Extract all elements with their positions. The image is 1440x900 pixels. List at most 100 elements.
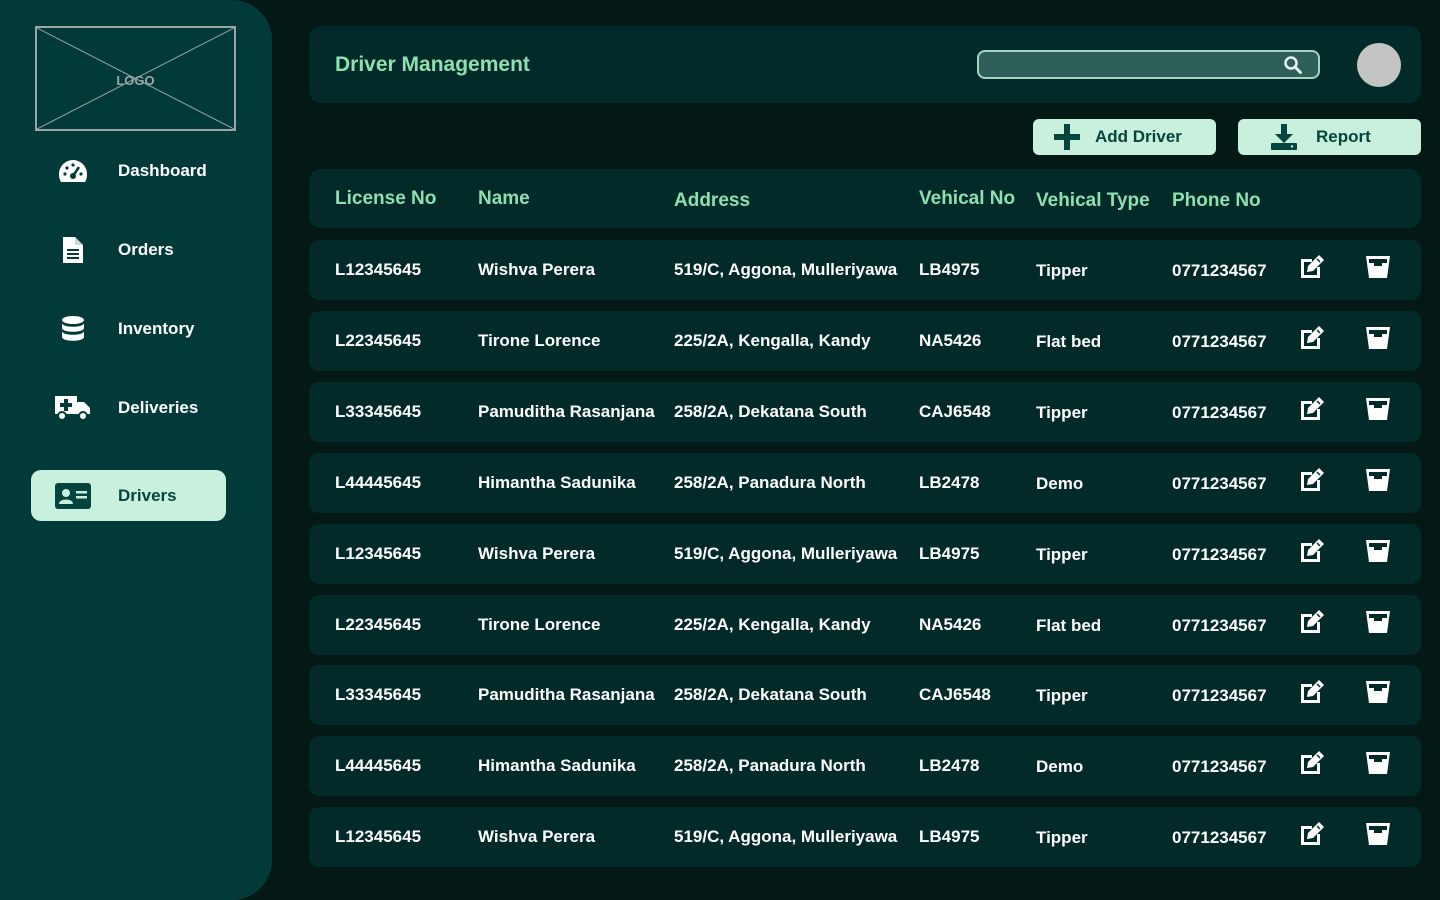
avatar[interactable]	[1357, 43, 1401, 87]
column-header-vehicle-no: Vehical No	[919, 188, 1016, 209]
name-cell: Wishva Perera	[478, 544, 596, 563]
sidebar-item-label: Dashboard	[118, 160, 207, 180]
trash-icon[interactable]	[1366, 821, 1390, 850]
table-row: L22345645 Tirone Lorence 225/2A, Kengalla,…	[309, 595, 1421, 655]
table-row: L44445645 Himantha Sadunika 258/2A, Panadu…	[309, 453, 1421, 513]
address-cell: 519/C, Aggona, Mulleriyawa	[674, 260, 898, 279]
sidebar-item-deliveries[interactable]: Deliveries	[31, 382, 226, 433]
report-label: Report	[1316, 127, 1371, 146]
license-cell: L44445645	[335, 473, 422, 492]
sidebar: LOGO Dashboard Orders Inventory Deliveri…	[0, 0, 272, 900]
app: LOGO Dashboard Orders Inventory Deliveri…	[0, 0, 1440, 900]
logo-text: LOGO	[116, 73, 155, 88]
license-cell: L33345645	[335, 402, 422, 421]
sidebar-item-orders[interactable]: Orders	[31, 224, 226, 275]
search-input[interactable]	[979, 52, 1269, 77]
edit-icon[interactable]	[1299, 396, 1325, 425]
sidebar-item-label: Inventory	[118, 318, 195, 338]
name-cell: Wishva Perera	[478, 827, 596, 846]
address-cell: 519/C, Aggona, Mulleriyawa	[674, 827, 898, 846]
trash-icon[interactable]	[1366, 396, 1390, 425]
name-cell: Tirone Lorence	[478, 331, 601, 350]
address-cell: 225/2A, Kengalla, Kandy	[674, 331, 871, 350]
address-cell: 258/2A, Panadura North	[674, 756, 866, 775]
vehicle-no-cell: LB4975	[919, 827, 980, 846]
vehicle-type-cell: Tipper	[1036, 545, 1088, 564]
vehicle-type-cell: Tipper	[1036, 828, 1088, 847]
edit-icon[interactable]	[1299, 538, 1325, 567]
phone-cell: 0771234567	[1172, 616, 1267, 635]
page-title: Driver Management	[335, 53, 530, 76]
sidebar-item-label: Drivers	[118, 485, 177, 505]
phone-cell: 0771234567	[1172, 403, 1267, 422]
edit-icon[interactable]	[1299, 821, 1325, 850]
phone-cell: 0771234567	[1172, 757, 1267, 776]
add-driver-button[interactable]: Add Driver	[1033, 119, 1216, 155]
document-icon	[53, 236, 93, 263]
edit-icon[interactable]	[1299, 750, 1325, 779]
edit-icon[interactable]	[1299, 254, 1325, 283]
add-driver-label: Add Driver	[1095, 127, 1182, 146]
address-cell: 519/C, Aggona, Mulleriyawa	[674, 544, 898, 563]
trash-icon[interactable]	[1366, 325, 1390, 354]
vehicle-no-cell: CAJ6548	[919, 685, 991, 704]
column-header-license: License No	[335, 188, 437, 209]
download-icon	[1270, 124, 1298, 150]
vehicle-no-cell: LB4975	[919, 544, 980, 563]
table-header: License No Name Address Vehical No Vehic…	[309, 169, 1421, 228]
search-box[interactable]	[977, 50, 1320, 79]
name-cell: Wishva Perera	[478, 260, 596, 279]
sidebar-item-label: Deliveries	[118, 397, 199, 417]
table-row: L12345645 Wishva Perera 519/C, Aggona, Mul…	[309, 807, 1421, 867]
license-cell: L12345645	[335, 544, 422, 563]
sidebar-item-dashboard[interactable]: Dashboard	[31, 145, 226, 196]
trash-icon[interactable]	[1366, 254, 1390, 283]
gauge-icon	[53, 158, 93, 184]
sidebar-item-drivers[interactable]: Drivers	[31, 470, 226, 521]
vehicle-type-cell: Tipper	[1036, 403, 1088, 422]
trash-icon[interactable]	[1366, 609, 1390, 638]
vehicle-no-cell: LB2478	[919, 756, 980, 775]
vehicle-no-cell: CAJ6548	[919, 402, 991, 421]
column-header-phone: Phone No	[1172, 190, 1261, 211]
table-row: L12345645 Wishva Perera 519/C, Aggona, Mul…	[309, 524, 1421, 584]
sidebar-item-inventory[interactable]: Inventory	[31, 303, 226, 354]
table-row: L33345645 Pamuditha Rasanjana 258/2A, Deka…	[309, 665, 1421, 725]
edit-icon[interactable]	[1299, 325, 1325, 354]
address-cell: 225/2A, Kengalla, Kandy	[674, 615, 871, 634]
vehicle-type-cell: Demo	[1036, 757, 1084, 776]
edit-icon[interactable]	[1299, 609, 1325, 638]
name-cell: Pamuditha Rasanjana	[478, 685, 655, 704]
vehicle-no-cell: NA5426	[919, 615, 982, 634]
search-icon[interactable]	[1284, 56, 1302, 79]
trash-icon[interactable]	[1366, 679, 1390, 708]
report-button[interactable]: Report	[1238, 119, 1421, 155]
edit-icon[interactable]	[1299, 467, 1325, 496]
license-cell: L12345645	[335, 827, 422, 846]
license-cell: L22345645	[335, 331, 422, 350]
page-header: Driver Management	[309, 26, 1421, 103]
vehicle-type-cell: Tipper	[1036, 686, 1088, 705]
trash-icon[interactable]	[1366, 538, 1390, 567]
license-cell: L44445645	[335, 756, 422, 775]
license-cell: L22345645	[335, 615, 422, 634]
phone-cell: 0771234567	[1172, 261, 1267, 280]
vehicle-type-cell: Demo	[1036, 474, 1084, 493]
name-cell: Pamuditha Rasanjana	[478, 402, 655, 421]
edit-icon[interactable]	[1299, 679, 1325, 708]
address-cell: 258/2A, Dekatana South	[674, 402, 867, 421]
sidebar-item-label: Orders	[118, 239, 174, 259]
name-cell: Tirone Lorence	[478, 615, 601, 634]
license-cell: L12345645	[335, 260, 422, 279]
license-cell: L33345645	[335, 685, 422, 704]
phone-cell: 0771234567	[1172, 474, 1267, 493]
trash-icon[interactable]	[1366, 750, 1390, 779]
address-cell: 258/2A, Panadura North	[674, 473, 866, 492]
database-icon	[53, 315, 93, 342]
table-row: L22345645 Tirone Lorence 225/2A, Kengalla,…	[309, 311, 1421, 371]
trash-icon[interactable]	[1366, 467, 1390, 496]
vehicle-type-cell: Flat bed	[1036, 616, 1102, 635]
vehicle-type-cell: Tipper	[1036, 261, 1088, 280]
address-cell: 258/2A, Dekatana South	[674, 685, 867, 704]
phone-cell: 0771234567	[1172, 545, 1267, 564]
